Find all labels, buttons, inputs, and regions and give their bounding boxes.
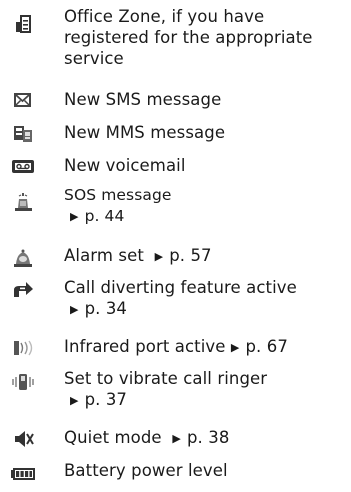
- legend-text-line: Battery power level: [64, 461, 228, 480]
- legend-text-line: SOS message: [64, 186, 172, 204]
- legend-text-line: Set to vibrate call ringer: [64, 369, 268, 388]
- sos-icon: [10, 191, 38, 213]
- legend-text: Quiet mode: [64, 428, 162, 447]
- page-ref-text: p. 38: [172, 428, 229, 447]
- page-ref-text: p. 67: [231, 337, 288, 356]
- legend-text: Infrared port active: [64, 337, 226, 356]
- envelope-icon: [10, 90, 38, 112]
- legend-text-line: Office Zone, if you have: [64, 7, 265, 26]
- legend-text-line: Infrared port active p. 67: [64, 336, 347, 359]
- call-divert-icon: [10, 279, 38, 301]
- page-ref-text: p. 57: [155, 246, 212, 265]
- quiet-mode-icon: [10, 428, 38, 450]
- page-ref-text: p. 37: [70, 390, 127, 409]
- legend-text-line: New voicemail: [64, 156, 186, 175]
- legend-text: Alarm set: [64, 246, 144, 265]
- office-zone-icon: [10, 14, 38, 36]
- voicemail-icon: [10, 156, 38, 178]
- page-ref-text: p. 44: [70, 207, 125, 225]
- legend-text-line: service: [64, 49, 124, 68]
- page-ref-text: p. 34: [70, 299, 127, 318]
- page-reference: p. 37: [64, 389, 347, 412]
- legend-text-line: registered for the appropriate: [64, 28, 313, 47]
- page-reference: p. 44: [64, 206, 347, 228]
- mms-icon: [10, 123, 38, 145]
- infrared-icon: [10, 337, 38, 359]
- legend-text-line: New MMS message: [64, 123, 226, 142]
- legend-text-line: Alarm set p. 57: [64, 245, 347, 268]
- legend-text-line: Quiet mode p. 38: [64, 427, 347, 450]
- legend-text-line: Call diverting feature active: [64, 278, 297, 297]
- battery-icon: [10, 464, 38, 486]
- alarm-icon: [10, 247, 38, 269]
- legend-text-line: New SMS message: [64, 90, 222, 109]
- vibrate-icon: [10, 371, 38, 393]
- icon-legend-page: Office Zone, if you have registered for …: [0, 0, 351, 492]
- page-reference: p. 34: [64, 298, 347, 321]
